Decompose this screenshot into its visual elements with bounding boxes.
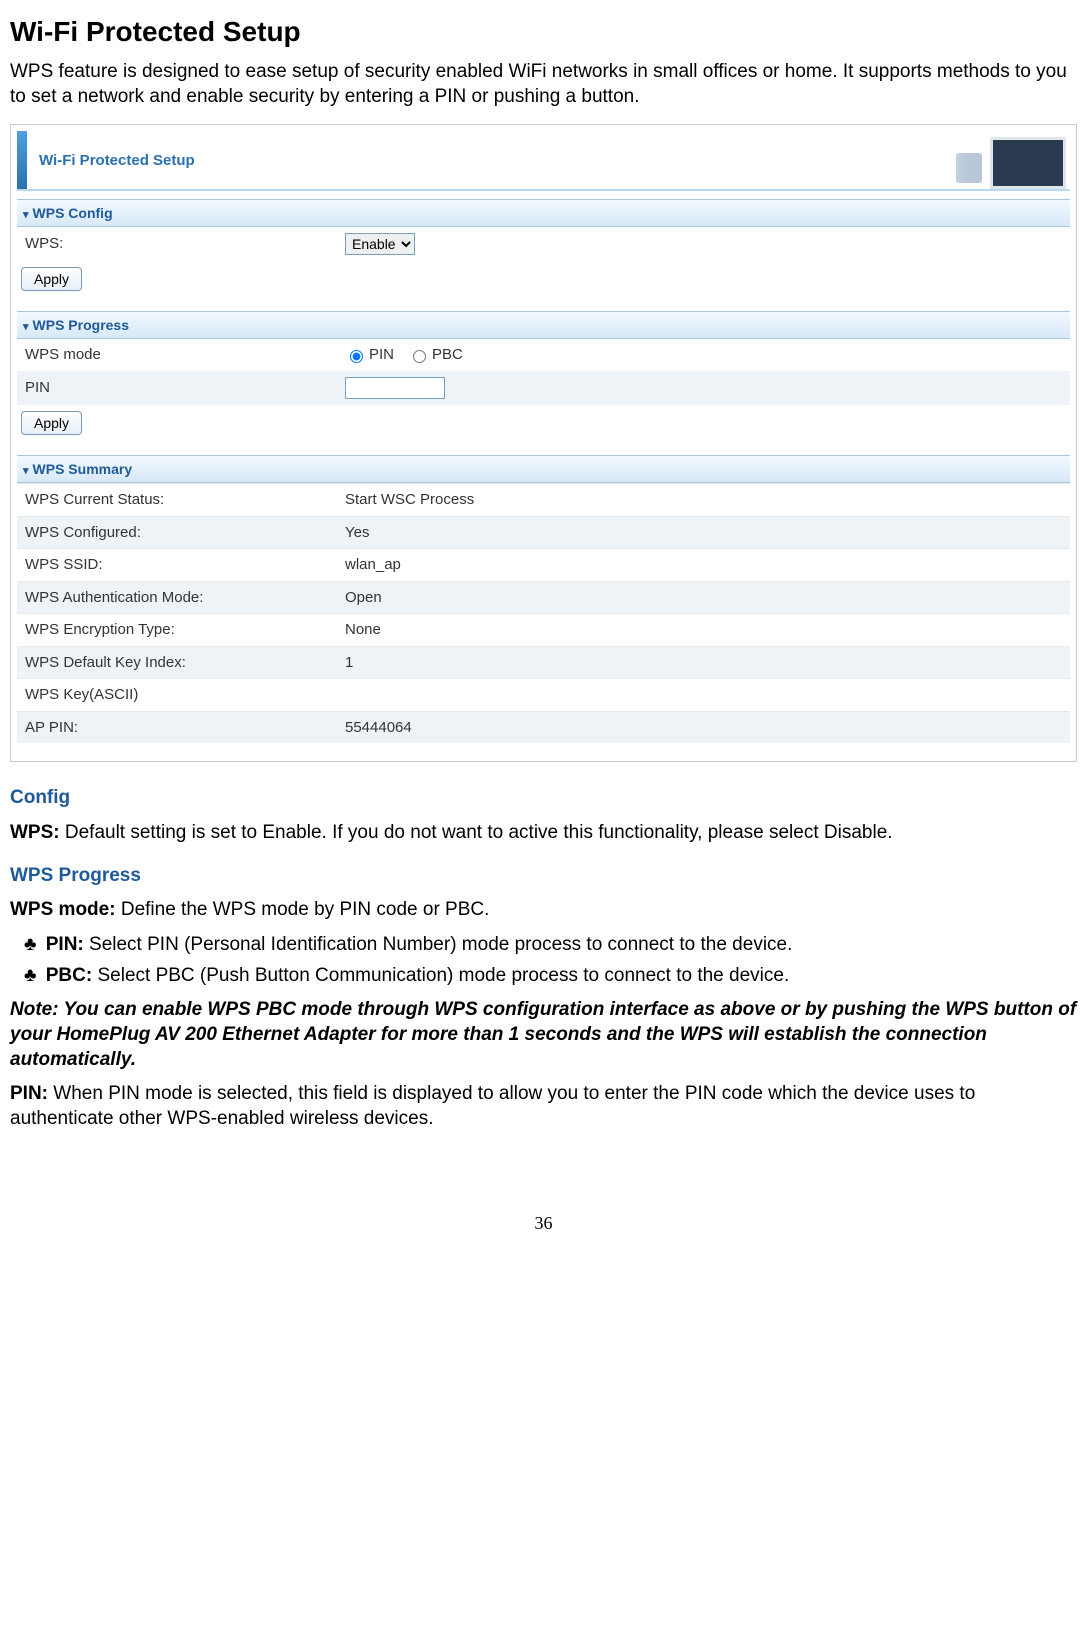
summary-label: WPS Configured: xyxy=(25,523,345,543)
panel-banner: Wi-Fi Protected Setup xyxy=(17,131,1070,191)
mode-desc-lead: WPS mode: xyxy=(10,899,116,920)
summary-label: WPS Encryption Type: xyxy=(25,620,345,640)
summary-value: Start WSC Process xyxy=(345,490,1062,510)
radio-pbc-label: PBC xyxy=(432,345,463,365)
summary-label: WPS Authentication Mode: xyxy=(25,588,345,608)
section-body-config: WPS: Enable Apply xyxy=(17,227,1070,299)
summary-value: wlan_ap xyxy=(345,555,1062,575)
section-head-summary[interactable]: WPS Summary xyxy=(17,455,1070,483)
summary-value: 1 xyxy=(345,653,1062,673)
banner-art xyxy=(870,131,1070,189)
wps-select[interactable]: Enable xyxy=(345,233,415,255)
pin-input[interactable] xyxy=(345,377,445,399)
wps-desc: WPS: Default setting is set to Enable. I… xyxy=(10,821,1077,846)
page-number: 36 xyxy=(10,1212,1077,1235)
section-body-summary: WPS Current Status: Start WSC Process WP… xyxy=(17,483,1070,743)
config-subhead: Config xyxy=(10,786,1077,811)
section-head-progress[interactable]: WPS Progress xyxy=(17,311,1070,339)
summary-value: 55444064 xyxy=(345,718,1062,738)
section-body-progress: WPS mode PIN PBC PIN Apply xyxy=(17,339,1070,443)
apply-button-config[interactable]: Apply xyxy=(21,267,82,291)
summary-label: WPS SSID: xyxy=(25,555,345,575)
list-item: ♣ PBC: Select PBC (Push Button Communica… xyxy=(24,964,1077,989)
summary-label: WPS Default Key Index: xyxy=(25,653,345,673)
intro-text: WPS feature is designed to ease setup of… xyxy=(10,60,1077,109)
description-area: Config WPS: Default setting is set to En… xyxy=(10,786,1077,1132)
pin2-desc-text: When PIN mode is selected, this field is… xyxy=(10,1083,975,1129)
list-item: ♣ PIN: Select PIN (Personal Identificati… xyxy=(24,933,1077,958)
apply-button-progress[interactable]: Apply xyxy=(21,411,82,435)
summary-label: AP PIN: xyxy=(25,718,345,738)
radio-pbc-input[interactable] xyxy=(413,350,426,363)
banner-title: Wi-Fi Protected Setup xyxy=(27,131,207,189)
summary-value: Yes xyxy=(345,523,1062,543)
config-panel: Wi-Fi Protected Setup WPS Config WPS: En… xyxy=(10,124,1077,762)
club-icon: ♣ xyxy=(24,934,36,955)
wps-label: WPS: xyxy=(25,234,345,254)
pin-desc-text: Select PIN (Personal Identification Numb… xyxy=(84,934,793,955)
wps-mode-label: WPS mode xyxy=(25,345,345,365)
section-head-config[interactable]: WPS Config xyxy=(17,199,1070,227)
pbc-desc-text: Select PBC (Push Button Communication) m… xyxy=(92,965,789,986)
wps-desc-text: Default setting is set to Enable. If you… xyxy=(60,822,893,843)
radio-pin[interactable]: PIN xyxy=(345,345,394,365)
summary-value: None xyxy=(345,620,1062,640)
pbc-desc-lead: PBC: xyxy=(46,965,92,986)
radio-pin-label: PIN xyxy=(369,345,394,365)
pin-label: PIN xyxy=(25,378,345,398)
summary-value: Open xyxy=(345,588,1062,608)
pin-desc-lead: PIN: xyxy=(46,934,84,955)
banner-accent xyxy=(17,131,27,189)
mode-desc-text: Define the WPS mode by PIN code or PBC. xyxy=(116,899,490,920)
radio-pbc[interactable]: PBC xyxy=(408,345,463,365)
progress-subhead: WPS Progress xyxy=(10,864,1077,889)
pin2-desc: PIN: When PIN mode is selected, this fie… xyxy=(10,1082,1077,1131)
mode-desc: WPS mode: Define the WPS mode by PIN cod… xyxy=(10,898,1077,923)
summary-label: WPS Key(ASCII) xyxy=(25,685,345,705)
pin2-desc-lead: PIN: xyxy=(10,1083,48,1104)
club-icon: ♣ xyxy=(24,965,36,986)
note-text: Note: You can enable WPS PBC mode throug… xyxy=(10,998,1077,1072)
summary-label: WPS Current Status: xyxy=(25,490,345,510)
wps-desc-lead: WPS: xyxy=(10,822,60,843)
radio-pin-input[interactable] xyxy=(350,350,363,363)
page-title: Wi-Fi Protected Setup xyxy=(10,14,1077,50)
